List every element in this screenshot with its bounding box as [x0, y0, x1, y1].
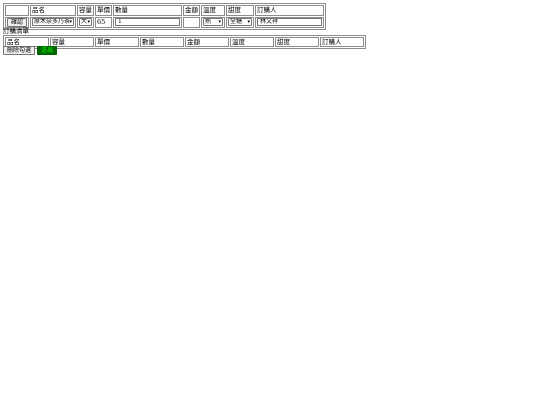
header-temperature: 溫度 — [201, 5, 226, 16]
order-list-header-row: 品名 容量 單價 數量 金額 溫度 甜度 訂購人 — [5, 37, 364, 47]
size-select[interactable]: 大 ▾ — [79, 18, 93, 26]
sweetness-select-value: 全糖 — [230, 18, 243, 25]
chevron-down-icon: ▾ — [87, 19, 91, 25]
order-form-input-row: 確認 原木奈多乃茶 ▾ 大 ▾ 65 1 熱 ▾ 全糖 ▾ 林文祥 — [5, 17, 325, 28]
order-list-title: 訂購清單 — [3, 27, 29, 35]
delete-selected-button[interactable]: 刪除勾選 — [3, 46, 36, 55]
product-select-value: 原木奈多乃茶 — [34, 18, 71, 25]
temperature-select[interactable]: 熱 ▾ — [203, 18, 224, 26]
temperature-select-value: 熱 — [205, 18, 212, 25]
chevron-down-icon: ▾ — [218, 19, 222, 25]
list-actions: 刪除勾選 送出 — [3, 46, 58, 55]
list-header-amount: 金額 — [185, 37, 229, 47]
price-cell: 65 — [95, 17, 113, 28]
header-size: 容量 — [77, 5, 95, 16]
page: 品名 容量 單價 數量 金額 溫度 甜度 訂購人 確認 原木奈多乃茶 ▾ 大 ▾ 6… — [0, 0, 540, 405]
quantity-input[interactable]: 1 — [115, 18, 181, 26]
header-price: 單價 — [95, 5, 113, 16]
list-header-orderer: 訂購人 — [320, 37, 364, 47]
list-header-price: 單價 — [95, 37, 139, 47]
list-header-quantity: 數量 — [140, 37, 184, 47]
header-sweetness: 甜度 — [226, 5, 255, 16]
header-orderer: 訂購人 — [255, 5, 325, 16]
amount-cell — [183, 17, 201, 28]
temperature-cell: 熱 ▾ — [201, 17, 226, 28]
sweetness-select[interactable]: 全糖 ▾ — [228, 18, 253, 26]
product-select[interactable]: 原木奈多乃茶 ▾ — [32, 18, 75, 26]
size-cell: 大 ▾ — [77, 17, 95, 28]
submit-button[interactable]: 送出 — [37, 46, 58, 55]
list-header-sweetness: 甜度 — [275, 37, 319, 47]
sweetness-cell: 全糖 ▾ — [226, 17, 255, 28]
header-product: 品名 — [30, 5, 77, 16]
chevron-down-icon: ▾ — [247, 19, 251, 25]
list-header-temperature: 溫度 — [230, 37, 274, 47]
quantity-cell: 1 — [113, 17, 183, 28]
order-list-table: 品名 容量 單價 數量 金額 溫度 甜度 訂購人 — [3, 35, 366, 49]
orderer-input[interactable]: 林文祥 — [257, 18, 323, 26]
order-form-header-row: 品名 容量 單價 數量 金額 溫度 甜度 訂購人 — [5, 5, 325, 16]
order-form-table: 品名 容量 單價 數量 金額 溫度 甜度 訂購人 確認 原木奈多乃茶 ▾ 大 ▾ 6… — [3, 3, 327, 30]
size-select-value: 大 — [81, 18, 88, 25]
header-select — [5, 5, 30, 16]
confirm-button[interactable]: 確認 — [7, 18, 28, 27]
chevron-down-icon: ▾ — [69, 19, 73, 25]
header-amount: 金額 — [183, 5, 201, 16]
orderer-cell: 林文祥 — [255, 17, 325, 28]
header-quantity: 數量 — [113, 5, 183, 16]
product-cell: 原木奈多乃茶 ▾ — [30, 17, 77, 28]
